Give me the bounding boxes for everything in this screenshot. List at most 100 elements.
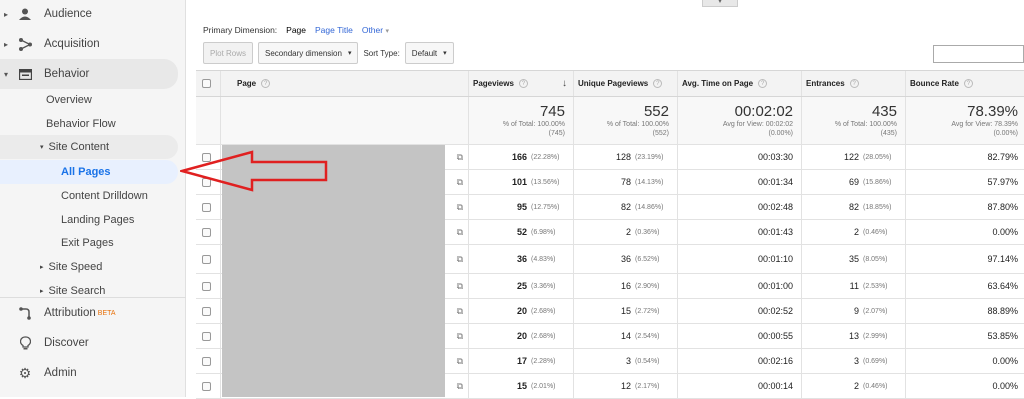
sidebar-item-overview[interactable]: Overview — [46, 88, 92, 112]
bounce-rate-cell: 87.80% — [905, 195, 1024, 219]
open-external-icon[interactable]: ⧉ — [457, 381, 463, 392]
cell-value: 00:03:30 — [757, 152, 793, 162]
dimension-page[interactable]: Page — [286, 25, 306, 35]
collapse-chart-tab[interactable]: ▾ — [702, 0, 738, 7]
row-checkbox[interactable] — [202, 227, 211, 237]
sidebar-item-audience[interactable]: ▸ Audience — [0, 0, 186, 29]
sidebar-item-exit-pages[interactable]: Exit Pages — [61, 231, 114, 255]
help-icon[interactable]: ? — [653, 79, 663, 88]
sidebar-item-behavior[interactable]: ▾ Behavior — [0, 59, 186, 89]
cell-value: 166 — [511, 152, 527, 162]
total-value: 00:02:02 — [734, 103, 793, 120]
open-external-icon[interactable]: ⧉ — [457, 227, 463, 238]
col-entrances-header[interactable]: Entrances? — [801, 71, 905, 96]
secondary-dimension-select[interactable]: Secondary dimension ▾ — [258, 42, 359, 64]
cell-value: 35 — [848, 254, 859, 264]
entrances-cell: 35 (8.05%) — [801, 245, 905, 273]
col-avg-time-header[interactable]: Avg. Time on Page? — [677, 71, 801, 96]
cell-percent: (18.85%) — [863, 203, 892, 211]
sidebar-item-discover[interactable]: Discover — [0, 328, 186, 358]
help-icon[interactable]: ? — [963, 79, 973, 88]
cell-percent: (4.83%) — [531, 255, 556, 263]
cell-value: 36 — [516, 254, 527, 264]
unique-pageviews-cell: 78 (14.13%) — [573, 170, 677, 194]
col-page-header[interactable]: Page? — [220, 71, 468, 96]
cell-value: 69 — [848, 177, 859, 187]
open-external-icon[interactable]: ⧉ — [457, 177, 463, 188]
sidebar-item-all-pages[interactable]: All Pages — [61, 160, 111, 184]
cell-value: 128 — [615, 152, 631, 162]
sidebar-item-attribution[interactable]: Attribution BETA — [0, 298, 186, 328]
help-icon[interactable]: ? — [261, 79, 271, 88]
entrances-cell: 2 (0.46%) — [801, 220, 905, 244]
open-external-icon[interactable]: ⧉ — [457, 202, 463, 213]
cell-percent: (13.56%) — [531, 178, 560, 186]
row-checkbox[interactable] — [202, 356, 211, 366]
total-value: 745 — [539, 103, 565, 120]
cell-value: 78 — [620, 177, 631, 187]
cell-value: 00:02:16 — [757, 356, 793, 366]
table-search-input[interactable] — [933, 45, 1024, 63]
sort-down-arrow-icon: ↓ — [562, 78, 567, 89]
person-icon — [16, 5, 34, 23]
row-checkbox[interactable] — [202, 331, 211, 341]
open-external-icon[interactable]: ⧉ — [457, 281, 463, 292]
total-subtext: (435) — [880, 130, 897, 137]
sort-type-value: Default — [411, 48, 438, 58]
sidebar-item-label: Acquisition — [44, 38, 100, 50]
open-external-icon[interactable]: ⧉ — [457, 356, 463, 367]
cell-percent: (2.17%) — [635, 382, 660, 390]
open-external-icon[interactable]: ⧉ — [457, 152, 463, 163]
cell-percent: (15.86%) — [863, 178, 892, 186]
sidebar-item-admin[interactable]: ⚙ Admin — [0, 358, 186, 388]
chevron-down-icon: ▾ — [347, 50, 352, 57]
row-checkbox[interactable] — [202, 254, 211, 264]
avg-time-cell: 00:01:43 — [677, 220, 801, 244]
acquisition-icon — [16, 35, 34, 53]
row-checkbox[interactable] — [202, 281, 211, 291]
cell-percent: (14.13%) — [635, 178, 664, 186]
row-checkbox[interactable] — [202, 202, 211, 212]
sidebar-item-site-speed[interactable]: ▸ Site Speed — [40, 255, 102, 279]
cell-value: 82.79% — [987, 152, 1018, 162]
open-external-icon[interactable]: ⧉ — [457, 331, 463, 342]
pageviews-cell: 52 (6.98%) — [468, 220, 573, 244]
sidebar-item-landing-pages[interactable]: Landing Pages — [61, 208, 134, 232]
avg-time-cell: 00:02:52 — [677, 299, 801, 323]
column-title: Bounce Rate — [910, 79, 959, 88]
cell-percent: (0.54%) — [635, 357, 660, 365]
plot-rows-button[interactable]: Plot Rows — [203, 42, 254, 64]
open-external-icon[interactable]: ⧉ — [457, 254, 463, 265]
sidebar-item-behavior-flow[interactable]: Behavior Flow — [46, 112, 116, 136]
cell-value: 3 — [625, 356, 631, 366]
row-checkbox[interactable] — [202, 381, 211, 391]
sidebar-item-acquisition[interactable]: ▸ Acquisition — [0, 29, 186, 59]
cell-value: 2 — [853, 381, 859, 391]
dimension-page-title[interactable]: Page Title — [315, 25, 353, 35]
dimension-other[interactable]: Other ▾ — [362, 25, 389, 35]
col-bounce-rate-header[interactable]: Bounce Rate? — [905, 71, 1024, 96]
col-pageviews-header[interactable]: Pageviews? ↓ — [468, 71, 573, 96]
total-subtext: % of Total: 100.00% — [606, 121, 669, 128]
unique-pageviews-cell: 36 (6.52%) — [573, 245, 677, 273]
total-subtext: Avg for View: 00:02:02 — [722, 121, 793, 128]
bounce-rate-cell: 0.00% — [905, 349, 1024, 373]
help-icon[interactable]: ? — [758, 79, 768, 88]
sidebar-item-site-content[interactable]: ▾ Site Content — [40, 135, 109, 159]
sidebar-item-content-drilldown[interactable]: Content Drilldown — [61, 184, 148, 208]
gear-icon: ⚙ — [18, 364, 32, 381]
help-icon[interactable]: ? — [518, 79, 528, 88]
total-subtext: Avg for View: 78.39% — [951, 121, 1018, 128]
help-icon[interactable]: ? — [849, 79, 859, 88]
cell-percent: (0.69%) — [863, 357, 888, 365]
open-external-icon[interactable]: ⧉ — [457, 306, 463, 317]
sidebar-item-label: Discover — [44, 337, 89, 349]
expand-caret-icon: ▸ — [3, 39, 8, 49]
avg-time-cell: 00:00:55 — [677, 324, 801, 348]
col-unique-pageviews-header[interactable]: Unique Pageviews? — [573, 71, 677, 96]
row-checkbox[interactable] — [202, 306, 211, 316]
select-all-checkbox[interactable] — [202, 79, 211, 88]
sort-type-select[interactable]: Default ▾ — [404, 42, 454, 64]
sidebar-item-label: Overview — [46, 94, 92, 106]
column-title: Page — [237, 79, 257, 88]
